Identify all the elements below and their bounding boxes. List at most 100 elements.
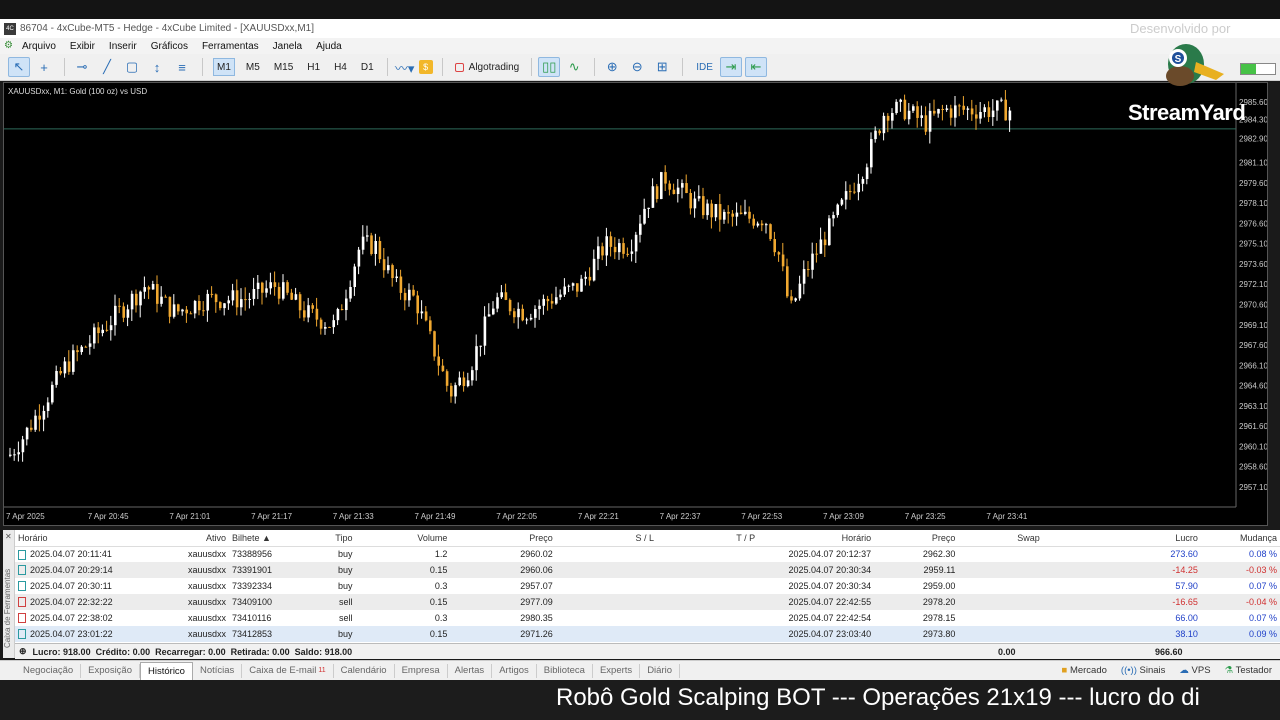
candle-body xyxy=(954,105,957,118)
menu-arquivo[interactable]: Arquivo xyxy=(22,41,56,52)
chart-menu-icon[interactable]: ⚙ xyxy=(4,40,16,52)
trendline-tool-icon[interactable]: ╱ xyxy=(96,57,118,77)
timeframe-d1[interactable]: D1 xyxy=(358,58,377,76)
fibonacci-tool-icon[interactable]: ≡ xyxy=(171,57,193,77)
candle-body xyxy=(496,297,499,309)
candle-body xyxy=(655,186,659,199)
col-mudanca[interactable]: Mudança xyxy=(1200,530,1280,547)
candle-body xyxy=(928,110,932,132)
table-cell: 2957.07 xyxy=(450,578,555,594)
candle-body xyxy=(193,300,197,314)
tab-experts[interactable]: Experts xyxy=(593,663,641,678)
timeframe-m5[interactable]: M5 xyxy=(243,58,263,76)
candle-body xyxy=(714,204,718,218)
candle-body xyxy=(395,276,398,279)
candlestick-chart[interactable]: 2985.602984.302982.902981.102979.602978.… xyxy=(4,83,1267,525)
candle-body xyxy=(970,108,974,115)
table-row[interactable]: 2025.04.07 20:29:14 xauusdxx 73391901 buy 0.… xyxy=(15,562,1280,578)
menu-inserir[interactable]: Inserir xyxy=(109,41,137,52)
candle-body xyxy=(571,283,575,286)
sinais-button[interactable]: ((•)) Sinais xyxy=(1121,665,1166,676)
col-horario[interactable]: Horário xyxy=(15,530,140,547)
cell-value: 2025.04.07 22:32:22 xyxy=(30,596,113,607)
mercado-button[interactable]: ■ Mercado xyxy=(1062,665,1107,676)
crosshair-icon[interactable]: + xyxy=(33,57,55,77)
candle-body xyxy=(597,246,600,259)
tab-alertas[interactable]: Alertas xyxy=(448,663,493,678)
cell-value: xauusdxx xyxy=(187,629,226,639)
table-cell: 73410116 xyxy=(229,610,292,626)
menu-graficos[interactable]: Gráficos xyxy=(151,41,188,52)
col-lucro[interactable]: Lucro xyxy=(1042,530,1201,547)
price-chart[interactable]: 2985.60 2984.30 2982.90 2981.10 2979.60 2978.… xyxy=(3,82,1268,526)
autoscroll-icon[interactable]: ⇥ xyxy=(719,57,742,77)
tab-not-cias[interactable]: Notícias xyxy=(193,663,243,678)
chart-shift-icon[interactable]: ⇤ xyxy=(744,57,767,77)
menu-exibir[interactable]: Exibir xyxy=(70,41,95,52)
timeframe-m1[interactable]: M1 xyxy=(213,58,235,76)
candle-body xyxy=(752,218,755,226)
candles-icon[interactable]: ▯▯ xyxy=(538,57,561,77)
candle-body xyxy=(588,276,592,281)
tab-artigos[interactable]: Artigos xyxy=(492,663,537,678)
tab-biblioteca[interactable]: Biblioteca xyxy=(537,663,593,678)
candle-body xyxy=(550,301,554,304)
col-ativo[interactable]: Ativo xyxy=(139,530,229,547)
tab-exposi-o[interactable]: Exposição xyxy=(81,663,141,678)
rectangle-tool-icon[interactable]: ▢ xyxy=(121,57,143,77)
col-swap[interactable]: Swap xyxy=(958,530,1043,547)
menu-ferramentas[interactable]: Ferramentas xyxy=(202,41,259,52)
cell-value: sell xyxy=(338,597,353,607)
main-toolbar: ↖ + ⊸ ╱ ▢ ↕ ≡ M1 M5 M15 H1 H4 D1 〰▾ $ Al… xyxy=(0,54,1280,81)
dollar-icon[interactable]: $ xyxy=(418,60,433,74)
table-row[interactable]: 2025.04.07 23:01:22 xauusdxx 73412853 buy 0.… xyxy=(15,626,1280,642)
col-bilhete[interactable]: Bilhete ▲ xyxy=(228,530,293,547)
tab-negocia-o[interactable]: Negociação xyxy=(16,663,82,678)
col-volume[interactable]: Volume xyxy=(355,530,451,547)
time-tick-label: 7 Apr 20:45 xyxy=(88,512,129,521)
close-icon[interactable]: ✕ xyxy=(5,532,12,541)
timeframe-m15[interactable]: M15 xyxy=(271,58,296,76)
zoom-in-icon[interactable]: ⊕ xyxy=(601,57,623,77)
col-horario-close[interactable]: Horário xyxy=(758,530,875,547)
col-preco-close[interactable]: Preço xyxy=(874,530,959,547)
tab-calend-rio[interactable]: Calendário xyxy=(334,663,395,678)
zoom-out-icon[interactable]: ⊖ xyxy=(626,57,648,77)
timeframe-h1[interactable]: H1 xyxy=(304,58,323,76)
testador-button[interactable]: ⚗ Testador xyxy=(1225,665,1272,676)
candle-body xyxy=(748,211,751,219)
algotrading-button[interactable]: Algotrading xyxy=(454,62,519,73)
table-row[interactable]: 2025.04.07 20:11:41 xauusdxx 73388956 buy 1.… xyxy=(15,546,1280,562)
candle-body xyxy=(529,317,533,320)
col-tipo[interactable]: Tipo xyxy=(292,530,356,547)
table-cell xyxy=(958,610,1042,626)
col-preco[interactable]: Preço xyxy=(450,530,556,547)
tab-di-rio[interactable]: Diário xyxy=(640,663,680,678)
indicators-icon[interactable]: ∿ xyxy=(563,57,585,77)
tab-caixa-de-e-mail[interactable]: Caixa de E-mail 11 xyxy=(242,663,334,678)
candle-body xyxy=(769,224,772,240)
toolbar-divider xyxy=(531,58,533,76)
vline-tool-icon[interactable]: ↕ xyxy=(146,57,168,77)
cursor-tool-icon[interactable]: ↖ xyxy=(8,57,30,77)
candle-body xyxy=(807,269,810,271)
menu-janela[interactable]: Janela xyxy=(273,41,302,52)
ide-button[interactable]: IDE xyxy=(693,58,716,76)
menu-ajuda[interactable]: Ajuda xyxy=(316,41,342,52)
col-sl[interactable]: S / L xyxy=(555,530,657,547)
candle-body xyxy=(693,198,697,209)
chart-type-icon[interactable]: 〰▾ xyxy=(394,57,416,77)
hline-tool-icon[interactable]: ⊸ xyxy=(71,57,93,77)
grid-icon[interactable]: ⊞ xyxy=(651,57,673,77)
candle-body xyxy=(429,320,432,332)
tab-empresa[interactable]: Empresa xyxy=(395,663,448,678)
col-tp[interactable]: T / P xyxy=(656,530,759,547)
toolbox-side-strip: ✕ Caixa de Ferramentas xyxy=(3,530,15,658)
timeframe-h4[interactable]: H4 xyxy=(331,58,350,76)
vps-button[interactable]: ☁ VPS xyxy=(1179,665,1210,676)
table-row[interactable]: 2025.04.07 22:38:02 xauusdxx 73410116 sell 0… xyxy=(15,610,1280,626)
table-row[interactable]: 2025.04.07 20:30:11 xauusdxx 73392334 buy 0.… xyxy=(15,578,1280,594)
tab-hist-rico[interactable]: Histórico xyxy=(140,661,193,680)
table-row[interactable]: 2025.04.07 22:32:22 xauusdxx 73409100 sell 0… xyxy=(15,594,1280,610)
candle-body xyxy=(462,377,466,387)
